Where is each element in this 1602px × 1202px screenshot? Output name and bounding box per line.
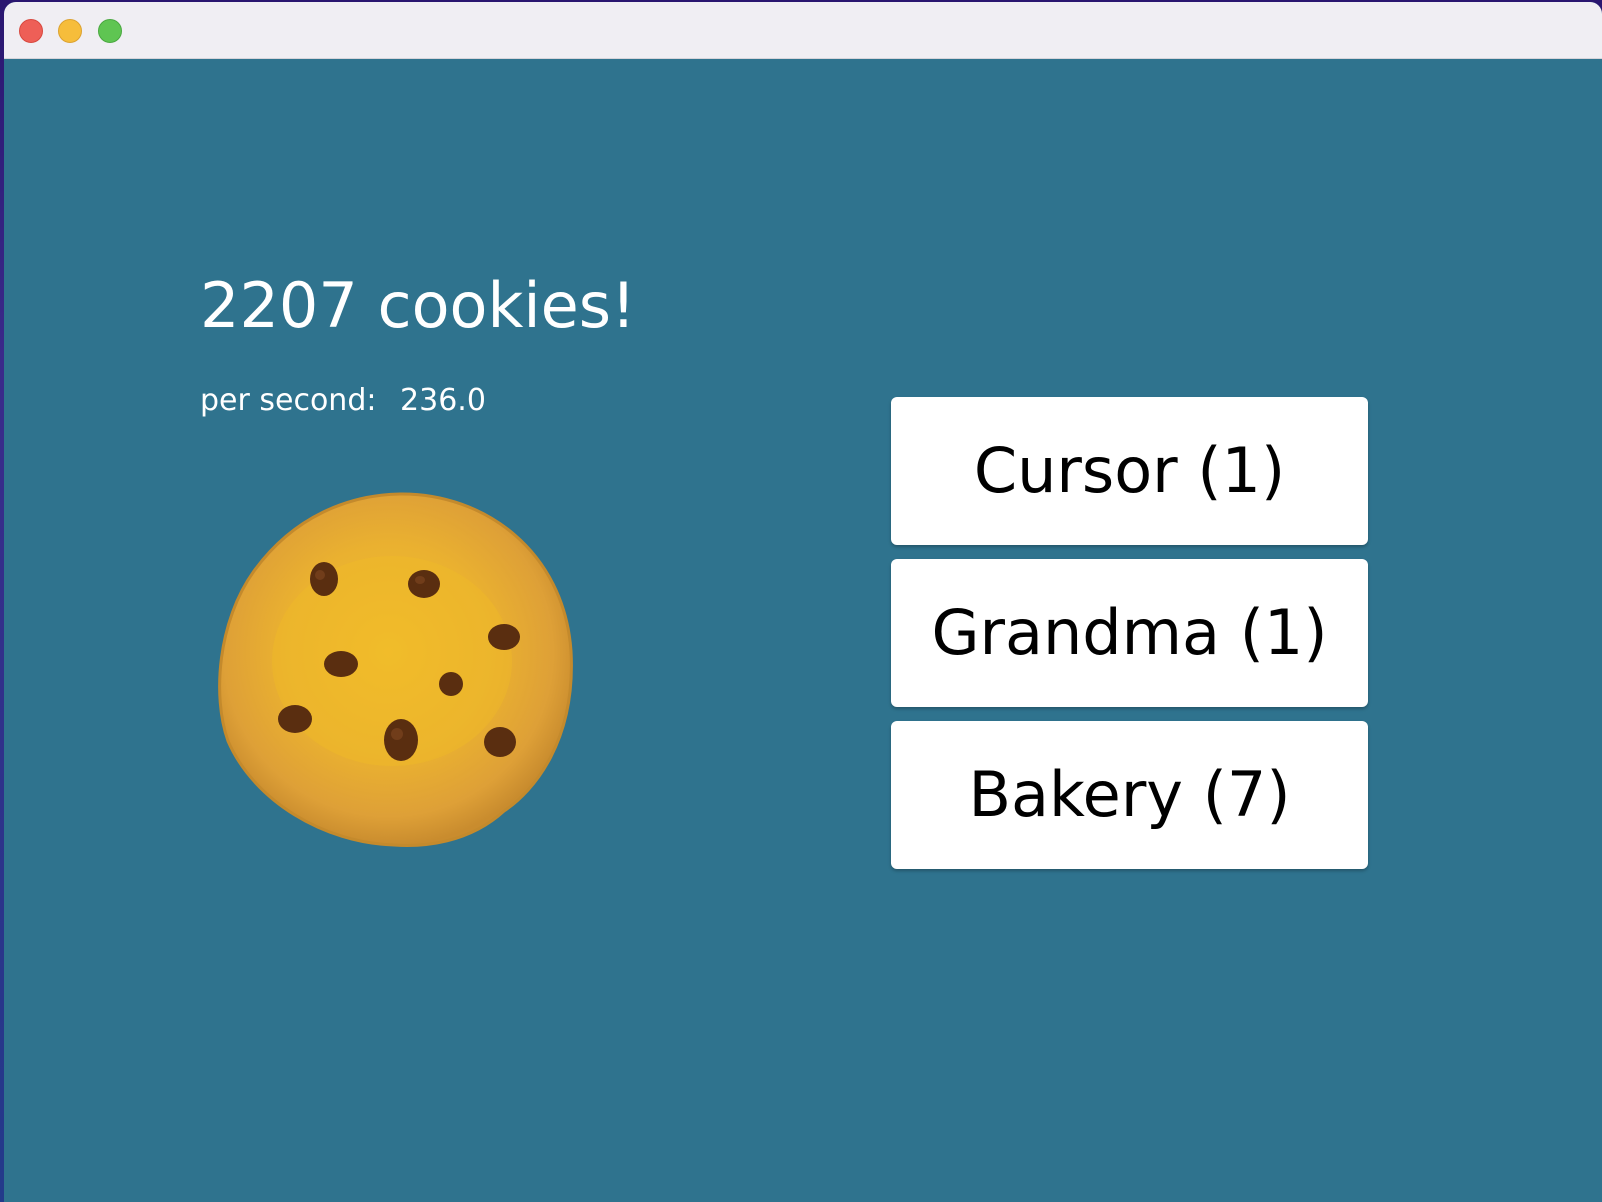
cookie-count: 2207 cookies! (200, 269, 636, 342)
per-second-label: per second: (200, 383, 377, 418)
per-second-rate: per second: 236.0 (200, 383, 486, 418)
app-window: 2207 cookies! per second: 236.0 Cursor (… (4, 2, 1602, 1202)
title-bar (4, 2, 1602, 59)
close-window-button[interactable] (19, 19, 43, 43)
cookie-graphic (218, 492, 573, 847)
buy-grandma-button[interactable]: Grandma (1) (891, 559, 1368, 707)
shop-panel: Cursor (1) Grandma (1) Bakery (7) (891, 397, 1368, 883)
maximize-window-button[interactable] (98, 19, 122, 43)
cookie-icon[interactable] (214, 491, 582, 851)
per-second-value: 236.0 (400, 383, 486, 418)
minimize-window-button[interactable] (58, 19, 82, 43)
buy-cursor-button[interactable]: Cursor (1) (891, 397, 1368, 545)
buy-bakery-button[interactable]: Bakery (7) (891, 721, 1368, 869)
game-area: 2207 cookies! per second: 236.0 Cursor (… (4, 59, 1602, 1202)
